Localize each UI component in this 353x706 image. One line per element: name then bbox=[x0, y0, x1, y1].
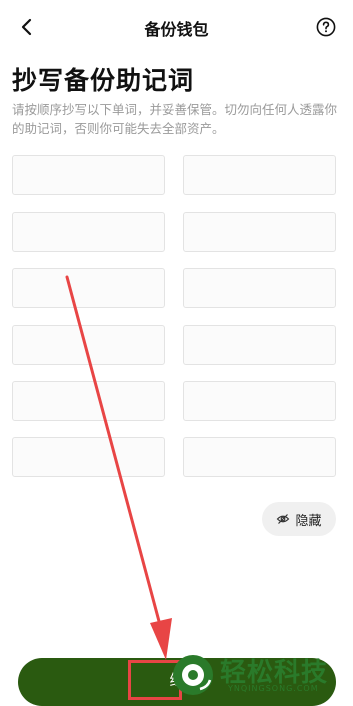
annotation-arrow bbox=[65, 275, 172, 660]
watermark-logo-icon bbox=[173, 655, 213, 695]
watermark-subtext: YNQINGSONG.COM bbox=[228, 684, 319, 693]
watermark: 轻松科技 YNQINGSONG.COM bbox=[170, 650, 353, 697]
